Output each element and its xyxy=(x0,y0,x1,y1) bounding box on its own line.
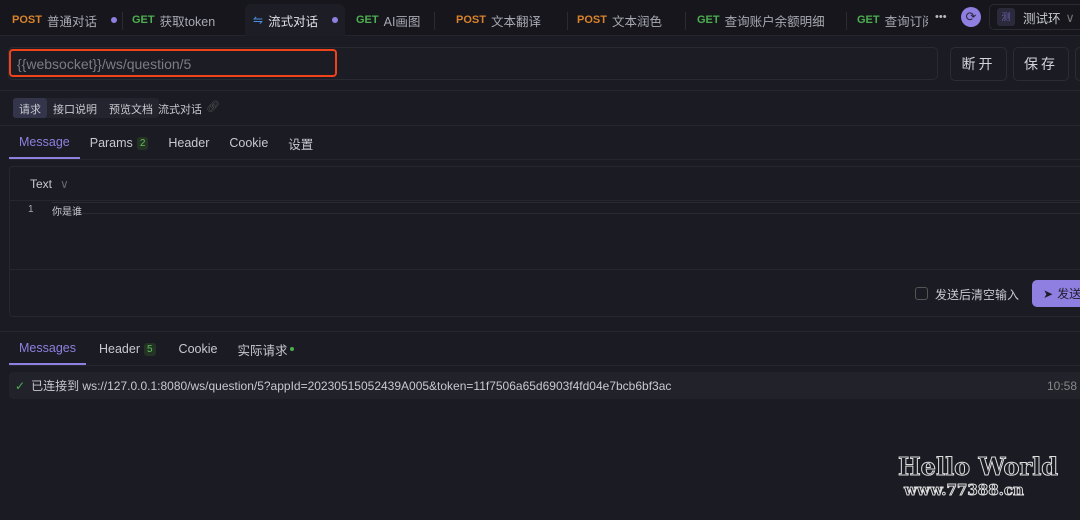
send-icon: ➤ xyxy=(1043,286,1054,301)
method-label: GET xyxy=(356,14,379,26)
tab-response-header[interactable]: Header 5 xyxy=(86,333,169,365)
tab-response-cookie[interactable]: Cookie xyxy=(169,333,228,365)
message-text: ws://127.0.0.1:8080/ws/question/5?appId=… xyxy=(82,378,672,393)
disconnect-button[interactable]: 断开 xyxy=(950,47,1007,81)
segment-request[interactable]: 请求 xyxy=(13,98,47,118)
method-label: GET xyxy=(857,14,880,26)
tab-settings[interactable]: 设置 xyxy=(278,127,323,159)
more-button[interactable] xyxy=(1075,47,1080,81)
tab-stream-chat[interactable]: ⇋ 流式对话 xyxy=(245,4,345,36)
tab-translate[interactable]: POST 文本翻译 xyxy=(434,4,564,36)
link-icon[interactable]: 🔗︎ xyxy=(206,100,220,113)
method-label: POST xyxy=(577,14,607,26)
message-editor[interactable]: 你是谁 xyxy=(52,202,1080,218)
tab-label: AI画图 xyxy=(383,14,421,29)
tab-get-token[interactable]: GET 获取token xyxy=(122,4,242,36)
tab-post-normal-chat[interactable]: POST 普通对话 xyxy=(0,4,122,36)
tab-messages[interactable]: Messages xyxy=(9,333,86,365)
tab-label: 普通对话 xyxy=(46,14,97,29)
chevron-down-icon: ∨ xyxy=(60,177,69,191)
doc-segment-control: 请求 接口说明 预览文档 xyxy=(13,98,159,118)
tab-cookie[interactable]: Cookie xyxy=(219,127,278,159)
body-type-select[interactable]: Text ∨ xyxy=(30,177,69,191)
segment-preview-doc[interactable]: 预览文档 xyxy=(103,98,159,118)
request-tabs: Message Params 2 Header Cookie 设置 xyxy=(9,127,323,159)
tab-label: 查询账户余额明细 xyxy=(724,14,825,29)
tab-ai-draw[interactable]: GET AI画图 xyxy=(346,4,436,36)
url-input[interactable]: {{websocket}}/ws/question/5 xyxy=(9,49,337,77)
environment-select[interactable]: 测 测试环 ∨ xyxy=(989,4,1080,30)
tab-balance[interactable]: GET 查询账户余额明细 xyxy=(685,4,845,36)
method-label: GET xyxy=(697,14,720,26)
count-badge: 5 xyxy=(143,342,156,356)
tab-label: 流式对话 xyxy=(268,14,319,29)
tab-subscription[interactable]: GET 查询订阅 xyxy=(846,4,928,36)
tab-label: 查询订阅 xyxy=(884,14,928,29)
clear-after-send-checkbox[interactable] xyxy=(915,287,928,300)
message-time: 10:58 xyxy=(1047,378,1078,393)
status-dot xyxy=(290,347,295,351)
tab-label: 文本润色 xyxy=(611,14,662,29)
tab-header[interactable]: Header xyxy=(158,127,219,159)
tab-params[interactable]: Params 2 xyxy=(80,127,159,159)
tab-message[interactable]: Message xyxy=(9,127,80,159)
websocket-icon: ⇋ xyxy=(253,13,264,27)
sync-icon[interactable]: ⟳ xyxy=(961,7,981,27)
save-button[interactable]: 保存 xyxy=(1013,47,1069,81)
tab-label: 文本翻译 xyxy=(490,14,541,29)
message-row[interactable]: ✓ 已连接到 ws://127.0.0.1:8080/ws/question/5… xyxy=(9,372,1080,399)
request-tab-bar: POST 普通对话 GET 获取token ⇋ 流式对话 GET AI画图 POST 文本… xyxy=(0,0,1080,36)
tab-polish[interactable]: POST 文本润色 xyxy=(567,4,685,36)
response-tabs: Messages Header 5 Cookie 实际请求 xyxy=(9,333,304,365)
unsaved-dot xyxy=(110,17,117,23)
tab-actual-request[interactable]: 实际请求 xyxy=(227,333,304,365)
tab-label: 获取token xyxy=(159,14,216,29)
method-label: POST xyxy=(456,14,486,26)
method-label: GET xyxy=(132,14,155,26)
chevron-down-icon: ∨ xyxy=(1065,10,1075,25)
method-label: POST xyxy=(12,14,42,26)
unsaved-dot xyxy=(332,17,339,23)
count-badge: 2 xyxy=(136,136,149,150)
line-number: 1 xyxy=(28,204,34,215)
send-button[interactable]: ➤ 发送 xyxy=(1032,280,1080,307)
segment-api-doc[interactable]: 接口说明 xyxy=(47,98,103,118)
more-tabs-button[interactable]: ••• xyxy=(935,11,947,23)
check-circle-icon: ✓ xyxy=(15,378,26,393)
env-avatar: 测 xyxy=(997,8,1015,26)
clear-after-send-label: 发送后清空输入 xyxy=(935,288,1020,302)
watermark-url: www.77388.cn xyxy=(904,481,1025,500)
watermark-logo: Hello World xyxy=(897,452,1059,482)
api-name: 流式对话 xyxy=(158,104,202,116)
env-label: 测试环 xyxy=(1023,11,1061,26)
message-status: 已连接到 xyxy=(31,379,80,393)
